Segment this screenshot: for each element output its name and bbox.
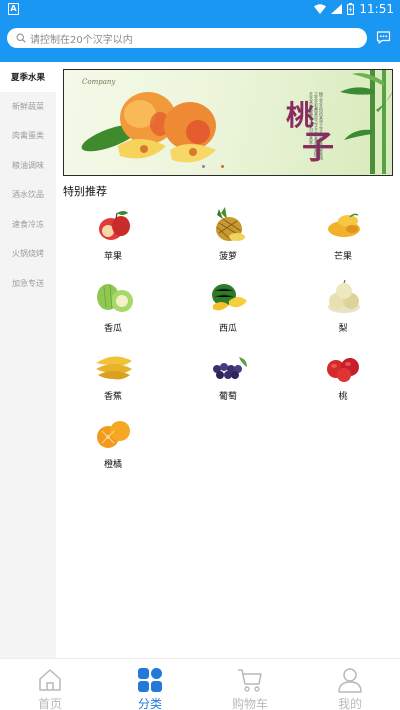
pineapple-icon: [216, 207, 245, 241]
banner-pagination: [202, 165, 224, 168]
fruit-item-pineapple[interactable]: 菠萝: [180, 205, 276, 267]
category-icon: [138, 668, 162, 692]
sidebar-item-fresh-vegetables[interactable]: 新鲜蔬菜: [0, 92, 56, 122]
peach-illustration: [81, 92, 216, 163]
fruit-label: 桃: [338, 392, 348, 402]
fruit-label: 芒果: [333, 252, 352, 262]
fruit-item-grape[interactable]: 葡萄: [180, 345, 276, 407]
tab-label: 我的: [337, 697, 362, 710]
peach-icon: [327, 358, 359, 382]
fruit-item-peach[interactable]: 桃: [295, 345, 391, 407]
fruit-item-banana[interactable]: 香蕉: [65, 345, 161, 407]
home-icon: [39, 669, 61, 691]
wifi-icon: [314, 4, 327, 14]
banner-poem: 桃之夭夭灼灼其华之子于归宜其室家桃之夭夭有蕡其实之子于归宜其家室桃之夭夭其叶蓁蓁…: [309, 92, 324, 160]
sidebar-item-drinks[interactable]: 酒水饮品: [0, 180, 56, 210]
sidebar-item-summer-fruit[interactable]: 夏季水果: [0, 62, 56, 92]
sidebar-item-express-delivery[interactable]: 加急专送: [0, 269, 56, 299]
fruit-item-watermelon[interactable]: 西瓜: [180, 277, 276, 339]
bottom-tab-bar: 首页 分类 购物车 我的: [0, 658, 400, 710]
tab-label: 首页: [37, 697, 62, 710]
clock: 11:51: [359, 2, 394, 16]
apple-icon: [99, 211, 130, 240]
fruit-label: 香瓜: [103, 324, 122, 334]
cart-icon: [238, 669, 262, 692]
search-header: 请控制在20个汉字以内: [0, 18, 400, 62]
banner-dot-active[interactable]: [221, 165, 224, 168]
grape-icon: [213, 357, 247, 379]
banner-dot[interactable]: [202, 165, 205, 168]
fruit-item-melon[interactable]: 香瓜: [65, 277, 161, 339]
fruit-label: 香蕉: [103, 392, 122, 402]
fruit-item-pear[interactable]: 梨: [295, 277, 391, 339]
user-icon: [338, 668, 362, 693]
mango-icon: [328, 213, 360, 237]
tab-mine[interactable]: 我的: [300, 659, 400, 710]
tab-label: 分类: [137, 697, 162, 710]
battery-icon: [347, 3, 355, 15]
sidebar-item-meat-poultry-eggs[interactable]: 肉禽蛋类: [0, 121, 56, 151]
fruit-item-apple[interactable]: 苹果: [65, 205, 161, 267]
sidebar-item-frozen-food[interactable]: 速食冷冻: [0, 210, 56, 240]
message-icon[interactable]: [376, 31, 391, 44]
status-bar: A 11:51: [0, 0, 400, 18]
fruit-label: 梨: [338, 324, 348, 334]
fruit-label: 苹果: [103, 252, 122, 262]
search-placeholder: 请控制在20个汉字以内: [30, 34, 133, 46]
sidebar-item-grain-oil-seasoning[interactable]: 粮油调味: [0, 151, 56, 181]
watermelon-icon: [212, 284, 247, 311]
fruit-label: 葡萄: [218, 392, 237, 402]
tab-label: 购物车: [231, 697, 268, 710]
signal-icon: [331, 4, 343, 14]
notification-icon: A: [8, 3, 19, 15]
fruit-label: 西瓜: [218, 324, 237, 334]
orange-icon: [97, 421, 130, 448]
banana-icon: [96, 356, 132, 380]
melon-icon: [97, 284, 133, 312]
search-input[interactable]: 请控制在20个汉字以内: [7, 28, 367, 48]
tab-home[interactable]: 首页: [0, 659, 100, 710]
bamboo-illustration: [340, 70, 392, 174]
fruit-label: 菠萝: [218, 252, 237, 262]
promo-banner[interactable]: Company 桃 子 桃之夭夭灼灼其华之子于归宜其室家桃之夭夭有蕡其实之子于归…: [63, 69, 393, 176]
fruit-label: 橙橘: [103, 460, 122, 470]
tab-category[interactable]: 分类: [100, 659, 200, 710]
search-icon: [16, 33, 26, 43]
banner-company: Company: [82, 78, 116, 86]
fruit-item-mango[interactable]: 芒果: [295, 205, 391, 267]
category-sidebar: 夏季水果 新鲜蔬菜 肉禽蛋类 粮油调味 酒水饮品 速食冷冻 火锅烧烤 加急专送: [0, 62, 56, 658]
sidebar-item-hotpot-bbq[interactable]: 火锅烧烤: [0, 239, 56, 269]
tab-cart[interactable]: 购物车: [200, 659, 300, 710]
pear-icon: [328, 279, 360, 313]
fruit-item-orange[interactable]: 橙橘: [65, 413, 161, 475]
section-title: 特别推荐: [63, 185, 107, 198]
